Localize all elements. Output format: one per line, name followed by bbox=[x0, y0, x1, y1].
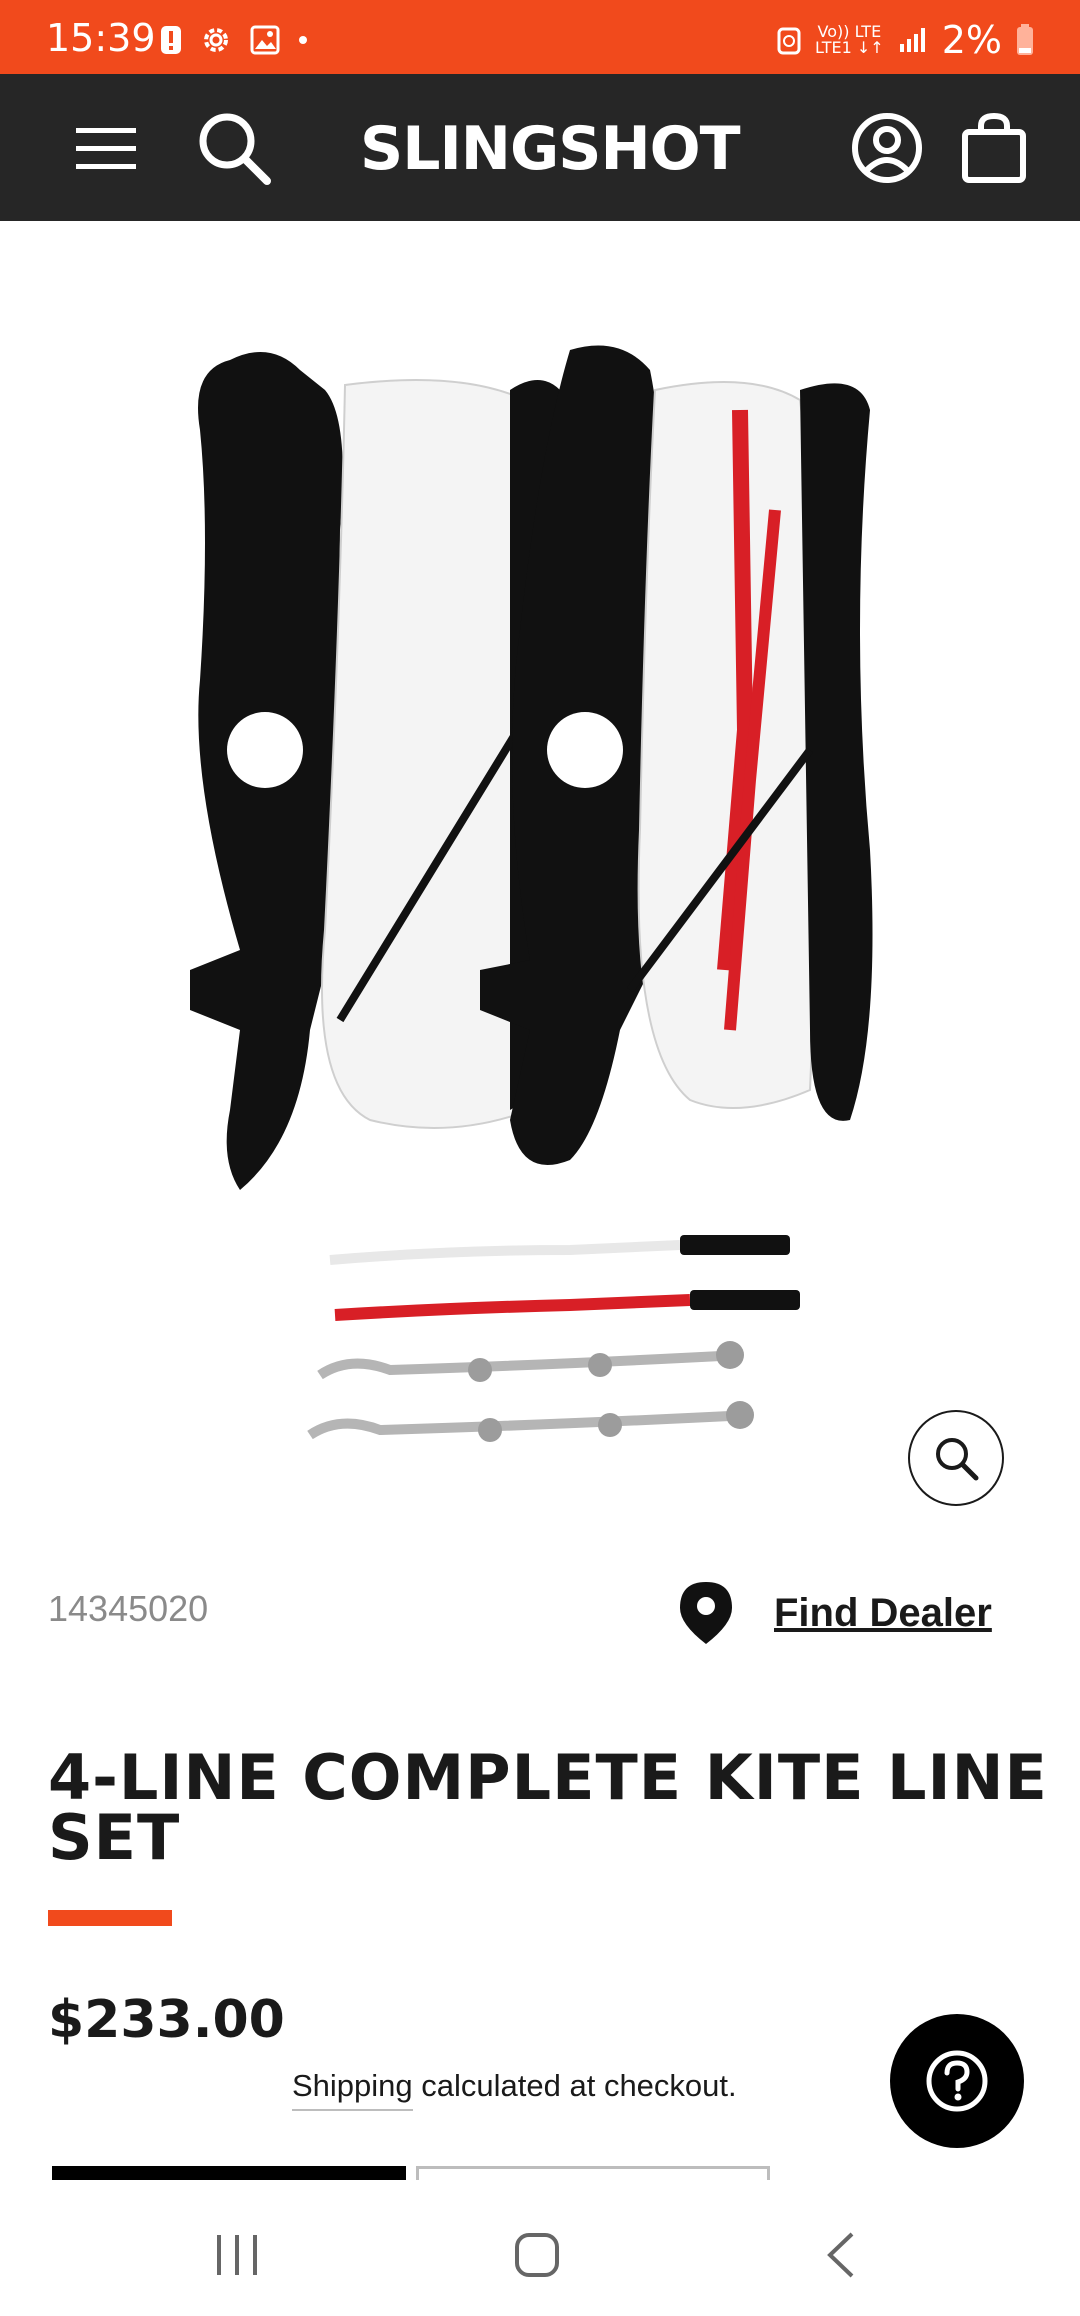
shipping-policy-link[interactable]: Shipping bbox=[292, 2068, 413, 2111]
search-button[interactable] bbox=[190, 104, 278, 192]
home-icon bbox=[515, 2233, 559, 2277]
settings-gear-icon bbox=[204, 28, 228, 52]
shipping-note-text: calculated at checkout. bbox=[412, 2068, 737, 2103]
pigtail-leaders bbox=[307, 1235, 800, 1442]
title-accent-bar bbox=[48, 1910, 172, 1926]
network-bottom: LTE1 ↓↑ bbox=[815, 38, 884, 57]
dot-icon bbox=[299, 36, 307, 44]
menu-button[interactable] bbox=[62, 104, 150, 192]
battery-level: 2% bbox=[941, 18, 1002, 62]
help-button[interactable] bbox=[890, 2014, 1024, 2148]
cart-icon bbox=[962, 112, 1026, 183]
find-dealer-link[interactable]: Find Dealer bbox=[676, 1580, 992, 1646]
system-nav-bar bbox=[0, 2180, 1080, 2316]
product-price: $233.00 bbox=[48, 1990, 285, 2050]
battery-icon bbox=[1017, 24, 1033, 55]
network-indicator: Vo)) LTE LTE1 ↓↑ bbox=[815, 24, 884, 56]
brand-logo[interactable]: SLINGSHOT bbox=[360, 114, 741, 184]
account-icon bbox=[852, 113, 922, 183]
variant-option[interactable] bbox=[416, 2166, 770, 2180]
recent-apps-icon bbox=[217, 2235, 257, 2275]
cart-button[interactable] bbox=[950, 104, 1038, 192]
search-icon bbox=[199, 113, 271, 185]
signal-icon bbox=[899, 28, 925, 52]
site-header: SLINGSHOT bbox=[0, 74, 1080, 221]
location-pin-icon bbox=[680, 1582, 732, 1644]
shipping-note: Shipping calculated at checkout. bbox=[292, 2068, 737, 2111]
product-image[interactable] bbox=[150, 330, 930, 1480]
recent-apps-button[interactable] bbox=[192, 2220, 282, 2290]
zoom-icon bbox=[936, 1438, 979, 1481]
zoom-button[interactable] bbox=[908, 1410, 1004, 1506]
gallery-icon bbox=[250, 25, 280, 55]
status-time: 15:39 bbox=[46, 16, 156, 60]
product-title: 4-LINE COMPLETE KITE LINE SET bbox=[48, 1741, 1048, 1874]
product-sku: 14345020 bbox=[48, 1588, 209, 1629]
menu-icon bbox=[76, 128, 136, 169]
alert-icon bbox=[161, 26, 181, 54]
home-button[interactable] bbox=[492, 2220, 582, 2290]
help-question-icon bbox=[926, 2050, 988, 2112]
kite-line-set-illustration bbox=[190, 345, 873, 1442]
back-chevron-icon bbox=[827, 2232, 854, 2278]
status-bar: 15:39 Vo)) LTE LTE1 ↓↑ 2% bbox=[0, 0, 1080, 74]
variant-option-selected[interactable] bbox=[52, 2166, 406, 2180]
recycle-icon bbox=[777, 27, 801, 55]
find-dealer-label[interactable]: Find Dealer bbox=[774, 1591, 992, 1636]
back-button[interactable] bbox=[796, 2220, 886, 2290]
account-button[interactable] bbox=[843, 104, 931, 192]
